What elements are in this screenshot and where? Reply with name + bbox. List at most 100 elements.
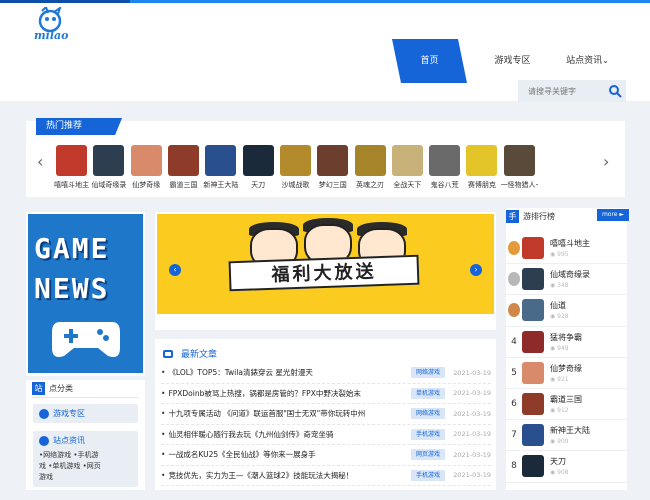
category-links-line[interactable]: •网络游戏 •手机游 — [39, 450, 132, 461]
game-name: 一怪物猎人一 — [500, 181, 538, 189]
news-item[interactable]: • 十九项专属活动 《问道》联运首服"国士无双"带你玩转中州 网络游戏 2021-03… — [161, 404, 491, 425]
news-item[interactable]: • 《LOL》TOP5：Twila清錶穿云 星光射漫天 网络游戏 2021-03-19 — [161, 363, 491, 384]
news-item[interactable]: • 仙灵相伴暖心随行我去玩《九州仙剑传》奇宠坐骑 手机游戏 2021-03-19 — [161, 425, 491, 445]
rank-score: 949 — [557, 344, 569, 352]
site-news-icon — [39, 435, 49, 446]
ranking-item[interactable]: 嘻嘻斗地主 ◉ 995 — [506, 233, 627, 265]
game-thumbnail-icon — [391, 145, 423, 176]
site-header: milao 首页 游戏专区 站点资讯⌄ — [0, 3, 650, 102]
category-links-line[interactable]: 戏 •单机游戏 •网页 — [39, 461, 132, 472]
category-game-zone[interactable]: 游戏专区 — [33, 404, 138, 423]
rank-game-name: 天刀 — [550, 457, 566, 467]
search-icon[interactable] — [608, 84, 622, 98]
news-title[interactable]: 仙灵相伴暖心随行我去玩《九州仙剑传》奇宠坐骑 — [168, 429, 411, 440]
ad-line-1: GAME — [34, 232, 110, 265]
news-item[interactable]: • 一战成名KU25《全民仙战》等你来一展身手 网页游戏 2021-03-19 — [161, 445, 491, 466]
hot-game-item[interactable]: 霸道三国 — [165, 145, 202, 190]
game-thumbnail-icon — [130, 145, 162, 176]
news-title[interactable]: FPXDoinb被骂上热搜，锅都是房管的？FPX中野决裂始末 — [168, 388, 411, 399]
game-name: 沙城战歌 — [281, 181, 310, 189]
ranking-item[interactable]: 仙道 ◉ 928 — [506, 295, 627, 327]
ranking-title: 游排行榜 — [523, 212, 555, 221]
news-title[interactable]: 十九项专属活动 《问道》联运首服"国士无双"带你玩转中州 — [168, 408, 411, 419]
categories-header: 站 点分类 — [32, 382, 73, 395]
news-title[interactable]: 《LOL》TOP5：Twila清錶穿云 星光射漫天 — [168, 367, 411, 378]
rank-number: 7 — [511, 430, 517, 441]
news-tag[interactable]: 网络游戏 — [411, 367, 445, 379]
game-thumbnail-icon — [93, 145, 125, 176]
site-categories-panel: 站 点分类 游戏专区 站点资讯 •网络游戏 •手机游 戏 •单机游戏 •网页 游… — [26, 380, 145, 490]
medal-icon — [508, 241, 520, 256]
news-tag[interactable]: 单机游戏 — [411, 387, 445, 399]
latest-articles-title: 最新文章 — [181, 350, 218, 360]
category-site-news[interactable]: 站点资讯 •网络游戏 •手机游 戏 •单机游戏 •网页 游戏 — [33, 431, 138, 487]
more-button[interactable]: more ► — [597, 209, 629, 221]
ranking-item[interactable]: 4 猛将争霸 ◉ 949 — [506, 327, 627, 358]
hot-game-item[interactable]: 梦幻三国 — [314, 145, 351, 190]
news-title[interactable]: 一战成名KU25《全民仙战》等你来一展身手 — [168, 449, 411, 460]
hot-game-item[interactable]: 嘻嘻斗地主 — [53, 145, 90, 190]
news-title[interactable]: 竞技优先，实力为王—《潮人篮球2》技能玩法大揭秘！ — [168, 470, 411, 481]
rank-game-name: 仙道 — [550, 301, 566, 311]
ranking-item[interactable]: 仙域奇缘录 ◉ 348 — [506, 264, 627, 296]
category-site-news-label: 站点资讯 — [53, 436, 85, 445]
hot-game-item[interactable]: 沙城战歌 — [277, 145, 314, 190]
main-nav: 首页 游戏专区 站点资讯⌄ — [392, 39, 625, 83]
news-item[interactable]: • 竞技优先，实力为王—《潮人篮球2》技能玩法大揭秘！ 手机游戏 2021-03-19 — [161, 466, 491, 486]
nav-home[interactable]: 首页 — [392, 39, 467, 83]
news-tag[interactable]: 网页游戏 — [411, 449, 445, 461]
hot-game-item[interactable]: 赛博朋克 — [463, 145, 500, 190]
banner-carousel[interactable]: 福利大放送 ‹ › — [155, 212, 496, 330]
game-thumbnail-icon — [522, 361, 544, 384]
rank-score: 921 — [557, 375, 569, 383]
hot-recommend-title: 热门推荐 — [36, 118, 122, 135]
game-thumbnail-icon — [522, 424, 544, 447]
hot-game-item[interactable]: 仙梦奇缘 — [128, 145, 165, 190]
game-thumbnail-icon — [279, 145, 311, 176]
category-links-line[interactable]: 游戏 — [39, 472, 132, 483]
nav-site-news[interactable]: 站点资讯⌄ — [550, 39, 625, 83]
rank-game-name: 新神王大陆 — [550, 426, 590, 436]
hot-game-item[interactable]: 仙域奇缘录 — [90, 145, 127, 190]
carousel-prev-icon[interactable]: ‹ — [169, 264, 181, 276]
banner-text: 福利大放送 — [228, 254, 420, 292]
game-thumbnail-icon — [522, 237, 544, 260]
ranking-item[interactable]: 7 新神王大陆 ◉ 909 — [506, 420, 627, 452]
chevron-right-icon[interactable]: › — [603, 152, 609, 171]
hot-game-item[interactable]: 鬼谷八荒 — [426, 145, 463, 190]
carousel-next-icon[interactable]: › — [470, 264, 482, 276]
news-tag[interactable]: 手机游戏 — [411, 469, 445, 481]
latest-articles-header: 最新文章 — [163, 347, 217, 360]
hot-game-item[interactable]: 全战天下 — [389, 145, 426, 190]
game-name: 英魂之刃 — [356, 181, 385, 189]
rank-game-name: 霸道三国 — [550, 395, 582, 405]
game-name: 天刀 — [251, 181, 266, 189]
ranking-item[interactable]: 5 仙梦奇缘 ◉ 921 — [506, 358, 627, 389]
hot-game-item[interactable]: 新神王大陆 — [202, 145, 239, 190]
search-input[interactable] — [518, 80, 602, 102]
rank-number: 4 — [511, 336, 517, 347]
game-thumbnail-icon — [466, 145, 498, 176]
gamepad-icon — [52, 322, 120, 357]
logo-text[interactable]: milao — [34, 29, 68, 42]
hot-game-item[interactable]: 一怪物猎人一 — [501, 145, 538, 190]
medal-icon — [508, 272, 520, 287]
game-name: 新神王大陆 — [203, 181, 239, 189]
ranking-item[interactable]: 8 天刀 ◉ 908 — [506, 451, 627, 483]
game-thumbnail-icon — [522, 455, 544, 478]
game-name: 鬼谷八荒 — [430, 181, 459, 189]
hot-game-item[interactable]: 英魂之刃 — [351, 145, 388, 190]
game-name: 嘻嘻斗地主 — [54, 181, 90, 189]
news-tag[interactable]: 网络游戏 — [411, 408, 445, 420]
game-news-ad[interactable]: GAME NEWS — [26, 212, 145, 376]
news-item[interactable]: • FPXDoinb被骂上热搜，锅都是房管的？FPX中野决裂始末 单机游戏 2021-… — [161, 384, 491, 404]
news-tag[interactable]: 手机游戏 — [411, 428, 445, 440]
hot-game-item[interactable]: 天刀 — [239, 145, 276, 190]
game-thumbnail-icon — [429, 145, 461, 176]
nav-game-zone[interactable]: 游戏专区 — [475, 39, 550, 83]
news-date: 2021-03-19 — [453, 471, 491, 480]
game-thumbnail-icon — [317, 145, 349, 176]
rank-number: 8 — [511, 461, 517, 472]
ranking-item[interactable]: 6 霸道三国 ◉ 912 — [506, 389, 627, 421]
chevron-left-icon[interactable]: ‹ — [37, 152, 43, 171]
